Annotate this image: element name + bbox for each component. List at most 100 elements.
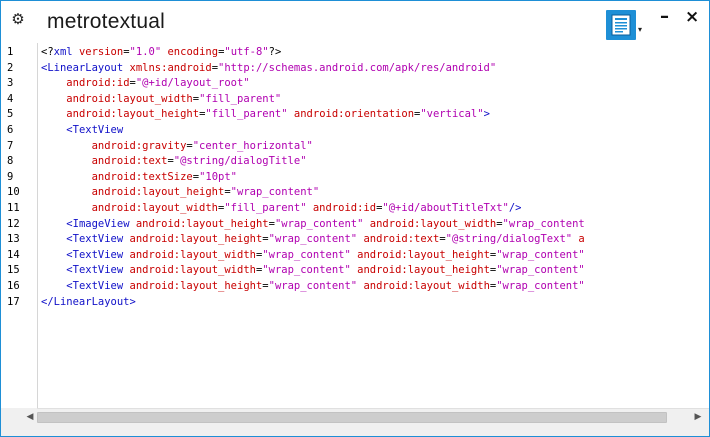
line-number: 3: [7, 77, 14, 90]
close-button[interactable]: ×: [685, 9, 699, 26]
code-token: android:id: [66, 77, 130, 90]
code-area[interactable]: <?xml version="1.0" encoding="utf-8"?> <L…: [41, 43, 709, 408]
code-token: "vertical": [420, 108, 484, 121]
line-number: 9: [7, 170, 14, 183]
code-line[interactable]: <?xml version="1.0" encoding="utf-8"?>: [41, 45, 281, 61]
code-token: android:layout_height: [357, 248, 490, 261]
scroll-right-icon[interactable]: ▶: [693, 412, 703, 422]
line-number: 7: [7, 139, 14, 152]
code-token: "wrap_content": [262, 264, 351, 277]
code-token: "wrap_content": [274, 217, 364, 230]
code-token: android:orientation: [293, 108, 415, 121]
code-token: "fill_parent": [205, 108, 288, 121]
document-icon: [611, 14, 631, 36]
line-number: 16: [7, 280, 20, 292]
code-token: "wrap_content": [268, 280, 358, 292]
code-token: android:text: [363, 233, 440, 246]
code-token: <?: [41, 46, 54, 58]
code-token: android:layout_height: [357, 264, 490, 277]
code-token: </LinearLayout>: [41, 295, 136, 308]
code-token: encoding: [167, 46, 219, 58]
code-token: "wrap_content": [496, 264, 585, 277]
code-line[interactable]: <TextView android:layout_height="wrap_co…: [41, 232, 585, 248]
line-number: 14: [7, 248, 20, 261]
code-line[interactable]: <TextView android:layout_height="wrap_co…: [41, 279, 585, 295]
caret-down-icon[interactable]: ▾: [638, 25, 642, 34]
code-line[interactable]: android:id="@+id/layout_root": [41, 76, 250, 92]
code-editor[interactable]: 1 2 3 4 5 6 7 8 9 10 11 12 13 14 15 16 17 <?xml version=…: [1, 43, 709, 408]
code-line[interactable]: </LinearLayout>: [41, 295, 136, 311]
code-token: version: [78, 46, 124, 58]
code-token: android:text: [91, 155, 168, 168]
code-token: android:layout_height: [129, 233, 263, 246]
code-token: />: [508, 202, 522, 214]
minimize-button[interactable]: –: [660, 8, 669, 26]
code-token: <TextView: [66, 233, 124, 246]
line-number: 4: [7, 92, 14, 105]
code-line[interactable]: android:textSize="10pt": [41, 170, 237, 186]
code-token: ?>: [268, 46, 282, 58]
code-token: android:layout_width: [363, 280, 490, 292]
code-line[interactable]: <TextView android:layout_width="wrap_con…: [41, 248, 585, 264]
line-number: 17: [7, 295, 20, 308]
code-token: <LinearLayout: [41, 61, 124, 74]
code-token: "10pt": [199, 170, 237, 183]
code-token: "fill_parent": [224, 202, 307, 214]
code-line[interactable]: <ImageView android:layout_height="wrap_c…: [41, 217, 585, 233]
scroll-left-icon[interactable]: ◀: [25, 412, 35, 422]
code-token: <TextView: [66, 264, 124, 277]
code-line[interactable]: android:layout_width="fill_parent" andro…: [41, 201, 522, 217]
code-token: xml: [53, 46, 73, 58]
code-token: "@string/dialogTitle": [173, 155, 307, 168]
document-menu-button[interactable]: [606, 10, 636, 40]
code-token: "http://schemas.android.com/apk/res/andr…: [218, 61, 497, 74]
line-number: 15: [7, 264, 20, 277]
line-number: 6: [7, 124, 14, 136]
code-line[interactable]: android:layout_width="fill_parent": [41, 92, 281, 108]
app-window: ⚙ metrotextual ▾ – × 1 2 3 4 5 6 7 8 9 10 11 12 13 14…: [0, 0, 710, 437]
code-line[interactable]: <TextView android:layout_width="wrap_con…: [41, 263, 585, 279]
gear-icon[interactable]: ⚙: [10, 11, 26, 27]
code-token: "@string/dialogText": [445, 233, 573, 246]
horizontal-scroll-thumb[interactable]: [37, 412, 667, 423]
code-line[interactable]: <LinearLayout xmlns:android="http://sche…: [41, 61, 496, 77]
line-number: 8: [7, 155, 14, 168]
code-line[interactable]: android:text="@string/dialogTitle": [41, 154, 307, 170]
code-line[interactable]: android:layout_height="wrap_content": [41, 185, 320, 201]
line-number: 12: [7, 217, 20, 230]
code-line[interactable]: <TextView: [41, 123, 123, 139]
code-token: android:layout_width: [129, 264, 256, 277]
code-token: "wrap_content: [502, 217, 585, 230]
code-token: "@+id/layout_root": [135, 77, 250, 90]
code-token: <TextView: [66, 124, 124, 136]
code-token: "wrap_content": [268, 233, 358, 246]
line-number: 11: [7, 202, 20, 214]
code-token: >: [483, 108, 490, 121]
code-token: "wrap_content": [496, 248, 585, 261]
code-line[interactable]: android:gravity="center_horizontal": [41, 139, 313, 155]
code-token: android:textSize: [91, 170, 193, 183]
code-token: a: [578, 233, 585, 246]
code-token: "wrap_content": [496, 280, 585, 292]
line-number: 2: [7, 61, 14, 74]
code-token: android:layout_height: [66, 108, 200, 121]
code-token: android:layout_width: [66, 92, 193, 105]
status-bar: [1, 424, 709, 436]
code-line[interactable]: android:layout_height="fill_parent" andr…: [41, 107, 490, 123]
code-token: "wrap_content": [262, 248, 351, 261]
code-token: android:gravity: [91, 139, 187, 152]
code-token: "center_horizontal": [192, 139, 313, 152]
horizontal-scrollbar[interactable]: ◀ ▶: [27, 408, 709, 425]
code-token: android:layout_height: [91, 186, 225, 199]
line-number: 5: [7, 108, 14, 121]
code-token: android:layout_height: [129, 280, 263, 292]
code-token: android:layout_height: [135, 217, 269, 230]
